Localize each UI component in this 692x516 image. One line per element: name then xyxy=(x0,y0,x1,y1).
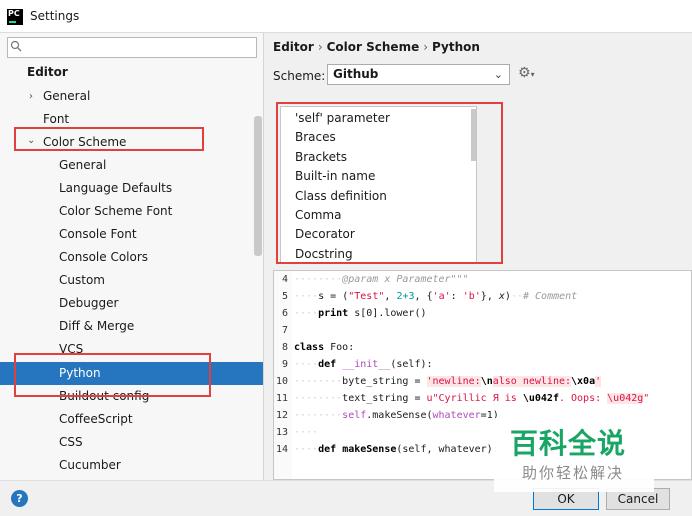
watermark: 百科全说 助你轻松解决 xyxy=(494,418,654,492)
breadcrumb-separator: › xyxy=(317,40,323,54)
settings-content: Editor › Color Scheme › Python Scheme: Githu… xyxy=(265,33,692,480)
annotation-box-python xyxy=(14,353,211,397)
sidebar-item-editor[interactable]: Editor xyxy=(27,61,68,84)
sidebar-item-console-font[interactable]: Console Font xyxy=(59,223,137,246)
sidebar-item-console-colors[interactable]: Console Colors xyxy=(59,246,148,269)
help-icon[interactable]: ? xyxy=(11,490,28,507)
window-title: Settings xyxy=(30,9,80,23)
code-line: 5 ····s = ("Test", 2+3, {'a': 'b'}, x)··#… xyxy=(281,291,578,302)
chevron-right-icon[interactable]: › xyxy=(29,91,33,102)
gear-icon[interactable]: ⚙▾ xyxy=(518,65,540,83)
breadcrumb-color-scheme: Color Scheme xyxy=(326,40,420,54)
sidebar-item-coffeescript[interactable]: CoffeeScript xyxy=(59,408,133,431)
pycharm-app-icon: PC xyxy=(7,9,23,25)
watermark-subtitle: 助你轻松解决 xyxy=(522,464,625,482)
sidebar-item-color-scheme-font[interactable]: Color Scheme Font xyxy=(59,200,172,223)
breadcrumb: Editor › Color Scheme › Python xyxy=(273,40,480,54)
sidebar-scrollbar[interactable] xyxy=(254,116,262,256)
scheme-label: Scheme: xyxy=(273,69,326,83)
code-line: 6 ····print s[0].lower() xyxy=(281,308,427,319)
scheme-value: Github xyxy=(333,67,379,81)
title-bar: PC Settings xyxy=(0,0,692,33)
watermark-title: 百科全说 xyxy=(510,427,627,460)
breadcrumb-editor: Editor xyxy=(273,40,314,54)
breadcrumb-separator: › xyxy=(423,40,429,54)
scheme-dropdown[interactable]: Github ⌄ xyxy=(327,64,510,85)
code-line: 9 ····def __init__(self): xyxy=(281,359,433,370)
sidebar-item-css[interactable]: CSS xyxy=(59,431,83,454)
sidebar-item-cs-general[interactable]: General xyxy=(59,154,106,177)
code-line: 10 ········byte_string = 'newline:\nalso … xyxy=(275,376,602,387)
chevron-down-icon: ⌄ xyxy=(493,68,503,81)
code-line: 4 ········@param x Parameter""" xyxy=(281,274,469,285)
sidebar-item-debugger[interactable]: Debugger xyxy=(59,292,118,315)
sidebar-item-diff-merge[interactable]: Diff & Merge xyxy=(59,315,134,338)
code-line: 7 xyxy=(281,325,288,336)
search-input[interactable] xyxy=(7,37,257,58)
sidebar-item-general[interactable]: General xyxy=(43,85,90,108)
code-line: 11 ········text_string = u"Cyrillic Я is … xyxy=(275,393,650,404)
annotation-box-elements-list xyxy=(276,102,503,264)
settings-sidebar: Editor › General Font ⌄ Color Scheme Gen… xyxy=(0,33,264,480)
sidebar-item-cucumber[interactable]: Cucumber xyxy=(59,454,121,477)
sidebar-item-custom[interactable]: Custom xyxy=(59,269,105,292)
sidebar-item-language-defaults[interactable]: Language Defaults xyxy=(59,177,172,200)
code-line: 8 class Foo: xyxy=(281,342,355,353)
search-icon xyxy=(10,40,22,52)
annotation-box-color-scheme xyxy=(14,127,204,151)
breadcrumb-python: Python xyxy=(432,40,480,54)
